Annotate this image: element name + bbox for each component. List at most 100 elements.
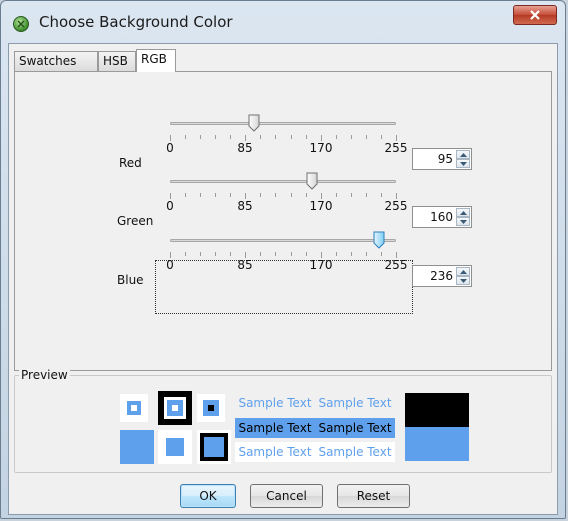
blue-label: Blue [117,273,144,287]
close-icon [530,10,540,20]
slider-tick-label: 255 [384,199,408,213]
green-spinner[interactable]: 160 [412,206,472,228]
slider-tick [306,252,307,256]
red-decrement-button[interactable] [456,159,470,168]
slider-tick [185,193,186,197]
rgb-panel: Red Green Blue 0 85 170 255 0 85 170 255 0 85 17… [14,71,552,371]
tab-label: RGB [141,52,167,66]
preview-color-square [166,438,184,456]
slider-tick-label: 0 [166,199,174,213]
sample-text-on-white: Sample Text [235,442,315,462]
slider-tick [381,252,382,256]
arrow-up-icon [460,211,467,215]
red-spinner[interactable]: 95 [412,148,472,170]
preview-inner-square [172,405,178,411]
green-increment-button[interactable] [456,208,470,217]
slider-tick [215,252,216,256]
slider-tick [200,193,201,197]
slider-tick-label: 85 [237,141,253,155]
red-increment-button[interactable] [456,150,470,159]
slider-tick [260,252,261,256]
slider-tick [230,252,231,256]
slider-ticks [170,135,397,141]
green-value[interactable]: 160 [430,210,453,224]
preview-inner-square [131,405,137,411]
blue-slider-focus [155,260,413,314]
green-slider-thumb[interactable] [306,172,318,190]
arrow-up-icon [460,153,467,157]
slider-tick [381,135,382,139]
preview-color-bar [405,427,469,461]
title-bar[interactable]: Choose Background Color [1,1,565,43]
cancel-label: Cancel [266,489,307,503]
close-button[interactable] [513,5,557,25]
slider-tick [336,135,337,139]
slider-tick [366,193,367,197]
slider-tick [291,135,292,139]
slider-tick [260,135,261,139]
slider-tick [215,193,216,197]
blue-spinner[interactable]: 236 [412,265,472,287]
slider-tick [230,135,231,139]
red-slider-thumb[interactable] [248,114,260,132]
slider-tick [230,193,231,197]
slider-tick-label: 85 [237,258,253,272]
slider-tick [291,252,292,256]
slider-tick [381,193,382,197]
slider-tick [351,135,352,139]
preview-title: Preview [19,368,70,382]
preview-swatch-outlined [197,430,231,464]
preview-swatch-small-on-white [120,394,148,422]
java-app-icon [13,16,29,32]
sample-text-on-color: Sample Text [315,418,395,438]
tab-rgb[interactable]: RGB [136,49,176,72]
preview-color-square [203,400,219,416]
dialog-content: Swatches HSB RGB Red Green Blue 0 85 170 25… [8,43,558,515]
slider-tick [351,252,352,256]
slider-tick [215,135,216,139]
reset-label: Reset [356,489,391,503]
slider-track[interactable] [170,239,396,242]
slider-tick-label: 0 [166,258,174,272]
green-decrement-button[interactable] [456,217,470,226]
slider-tick [200,252,201,256]
slider-tick [306,135,307,139]
reset-button[interactable]: Reset [337,484,410,508]
slider-tick [336,252,337,256]
slider-tick [366,135,367,139]
preview-color-square [127,401,141,415]
slider-tick [260,193,261,197]
blue-increment-button[interactable] [456,267,470,276]
sample-text: Sample Text [238,396,312,410]
arrow-down-icon [460,220,467,224]
slider-tick [185,135,186,139]
slider-track[interactable] [170,122,396,125]
tab-label: Swatches [19,54,77,68]
preview-swatch-dark-center [197,394,225,422]
tab-label: HSB [103,54,128,68]
sample-text-on-color: Sample Text [235,418,315,438]
tab-hsb[interactable]: HSB [98,51,136,71]
tab-swatches[interactable]: Swatches [14,51,98,71]
preview-color-block [120,430,154,464]
blue-decrement-button[interactable] [456,276,470,285]
slider-track[interactable] [170,180,396,183]
ok-button[interactable]: OK [180,484,236,508]
slider-tick-label: 170 [309,258,333,272]
red-value[interactable]: 95 [438,152,453,166]
preview-inner-square [208,405,214,411]
slider-ticks [170,193,397,199]
green-label: Green [117,214,154,228]
slider-tick [366,252,367,256]
arrow-down-icon [460,279,467,283]
slider-tick [351,193,352,197]
window-title: Choose Background Color [39,13,233,31]
blue-slider-thumb[interactable] [373,231,385,249]
sample-text-on-white: Sample Text [315,442,395,462]
slider-tick [275,135,276,139]
arrow-up-icon [460,270,467,274]
blue-value[interactable]: 236 [430,269,453,283]
slider-tick-label: 0 [166,141,174,155]
sample-text: Sample Text [318,396,392,410]
cancel-button[interactable]: Cancel [250,484,323,508]
